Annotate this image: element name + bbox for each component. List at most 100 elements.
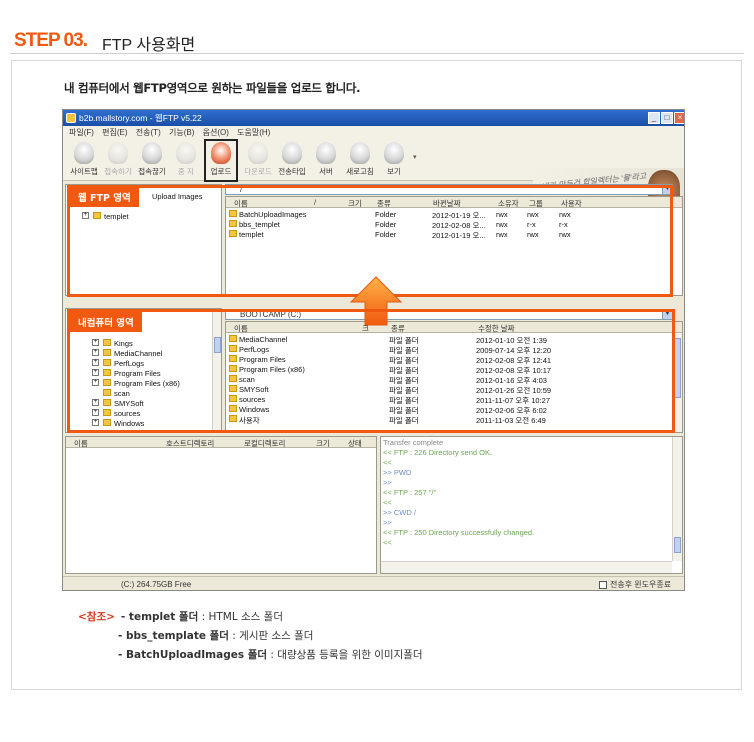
tree-item[interactable]: + SMYSoft [66, 399, 221, 409]
tree-item[interactable]: + MediaChannel [66, 349, 221, 359]
log-line: Transfer complete [383, 438, 444, 447]
server-button[interactable]: 서버 [307, 141, 345, 179]
expand-icon[interactable]: + [82, 212, 89, 219]
window-title: b2b.mallstory.com - 웹FTP v5.22 [79, 113, 202, 123]
horizontal-scrollbar[interactable] [381, 561, 672, 573]
log-line: >> PWD [383, 468, 412, 477]
view-icon [384, 142, 404, 164]
table-row[interactable]: PerfLogs 파일 폴더 2009-07-14 오후 12:20 [226, 345, 682, 355]
transfer-type-button[interactable]: 전송타입 [273, 141, 311, 179]
tree-item[interactable]: scan [66, 389, 221, 399]
folder-icon [229, 395, 237, 402]
table-row[interactable]: templet Folder 2012-01-19 오... rwx rwx rwx [226, 230, 682, 240]
download-button[interactable]: 다운로드 [239, 141, 277, 179]
note-tag: <참조> [78, 611, 115, 623]
refresh-button[interactable]: 새로고침 [341, 141, 379, 179]
refresh-icon [350, 142, 370, 164]
folder-icon [229, 220, 237, 227]
disconnect-icon [142, 142, 162, 164]
local-list-header: 이름 크 종류 수정한 날짜 [226, 322, 682, 333]
dropdown-icon[interactable]: ▼ [662, 310, 672, 319]
expand-icon[interactable]: + [92, 399, 99, 406]
folder-icon [103, 399, 111, 406]
note-item-desc: : 대량상품 등록을 위한 이미지폴더 [267, 649, 423, 661]
tree-item[interactable]: + templet [66, 212, 221, 222]
scroll-thumb[interactable] [674, 338, 681, 398]
folder-icon [103, 419, 111, 426]
transfer-type-icon [282, 142, 302, 164]
tree-item[interactable]: + Kings [66, 339, 221, 349]
tree-item[interactable]: + Program Files [66, 369, 221, 379]
table-row[interactable]: bbs_templet Folder 2012-02-08 오... rwx r-x r-… [226, 220, 682, 230]
table-row[interactable]: MediaChannel 파일 폴더 2012-01-10 오전 1:39 [226, 335, 682, 345]
folder-icon [229, 335, 237, 342]
table-row[interactable]: sources 파일 폴더 2011-11-07 오후 10:27 [226, 395, 682, 405]
menu-options[interactable]: 옵션(O) [203, 126, 229, 139]
menu-transfer[interactable]: 전송(T) [136, 126, 161, 139]
minimize-button[interactable]: _ [648, 112, 660, 124]
expand-icon[interactable]: + [92, 409, 99, 416]
tree-item[interactable]: + sources [66, 409, 221, 419]
maximize-button[interactable]: □ [661, 112, 673, 124]
table-row[interactable]: 사용자 파일 폴더 2011-11-03 오전 6:49 [226, 415, 682, 425]
expand-icon[interactable]: + [92, 349, 99, 356]
scrollbar[interactable] [672, 437, 682, 561]
scrollbar[interactable] [212, 309, 221, 432]
log-line: >> [383, 478, 392, 487]
table-row[interactable]: Program Files (x86) 파일 폴더 2012-02-08 오후 10… [226, 365, 682, 375]
expand-icon[interactable]: + [92, 419, 99, 426]
shutdown-checkbox[interactable] [599, 581, 607, 589]
disconnect-button[interactable]: 접속끊기 [133, 141, 171, 179]
folder-icon [103, 369, 111, 376]
stop-button[interactable]: 중 지 [167, 141, 205, 179]
expand-icon[interactable]: + [92, 379, 99, 386]
folder-icon [229, 415, 237, 422]
remote-path-combo[interactable]: / ▼ [225, 184, 673, 195]
scroll-thumb[interactable] [214, 337, 221, 353]
menu-help[interactable]: 도움말(H) [237, 126, 270, 139]
table-row[interactable]: SMYSoft 파일 폴더 2012-01-26 오전 10:59 [226, 385, 682, 395]
local-drive-combo[interactable]: BOOTCAMP (C:) ▼ [225, 309, 673, 320]
note-item-desc: : 게시판 소스 폴더 [228, 630, 314, 642]
menu-function[interactable]: 기능(B) [169, 126, 194, 139]
expand-icon[interactable]: + [92, 369, 99, 376]
close-button[interactable]: × [674, 112, 684, 124]
expand-icon[interactable]: + [92, 359, 99, 366]
view-button[interactable]: 보기 [375, 141, 413, 179]
menu-edit[interactable]: 편집(E) [102, 126, 127, 139]
note-item-desc: : HTML 소스 폴더 [198, 611, 283, 623]
folder-icon [229, 375, 237, 382]
sitemap-button[interactable]: 사이트맵 [65, 141, 103, 179]
scroll-thumb[interactable] [674, 537, 681, 553]
expand-icon[interactable]: + [92, 339, 99, 346]
queue-header: 이름 호스트디렉토리 로컬디렉토리 크기 상태 [66, 437, 376, 448]
table-row[interactable]: Windows 파일 폴더 2012-02-06 오후 6:02 [226, 405, 682, 415]
sitemap-icon [74, 142, 94, 164]
tree-item[interactable]: + Windows [66, 419, 221, 429]
folder-icon [229, 365, 237, 372]
note-item-name: - BatchUploadImages 폴더 [118, 649, 268, 661]
dropdown-icon[interactable]: ▼ [662, 185, 672, 194]
upload-button[interactable]: 업로드 [204, 139, 238, 182]
folder-icon [103, 389, 111, 396]
window-title-bar: b2b.mallstory.com - 웹FTP v5.22 _ □ × [63, 110, 684, 126]
tree-item[interactable]: + Program Files (x86) [66, 379, 221, 389]
intro-text: 내 컴퓨터에서 웹FTP영역으로 원하는 파일들을 업로드 합니다. [64, 81, 361, 95]
upload-arrow-icon [350, 276, 402, 326]
log-line: << FTP : 257 "/" [383, 488, 437, 497]
menu-bar: 파일(F) 편집(E) 전송(T) 기능(B) 옵션(O) 도움말(H) [63, 126, 684, 139]
tree-item[interactable]: + PerfLogs [66, 359, 221, 369]
connect-icon [108, 142, 128, 164]
folder-icon [229, 345, 237, 352]
table-row[interactable]: BatchUploadImages Folder 2012-01-19 오... rw… [226, 210, 682, 220]
menu-file[interactable]: 파일(F) [69, 126, 94, 139]
table-row[interactable]: Program Files 파일 폴더 2012-02-08 오후 12:41 [226, 355, 682, 365]
table-row[interactable]: scan 파일 폴더 2012-01-16 오후 4:03 [226, 375, 682, 385]
view-dropdown-icon[interactable]: ▾ [413, 153, 417, 161]
scrollbar[interactable] [672, 334, 682, 432]
connect-button[interactable]: 접속하기 [99, 141, 137, 179]
log-panel: Transfer complete << FTP : 226 Directory… [380, 436, 683, 574]
step-title: FTP 사용화면 [102, 37, 196, 54]
folder-icon [229, 405, 237, 412]
server-icon [316, 142, 336, 164]
